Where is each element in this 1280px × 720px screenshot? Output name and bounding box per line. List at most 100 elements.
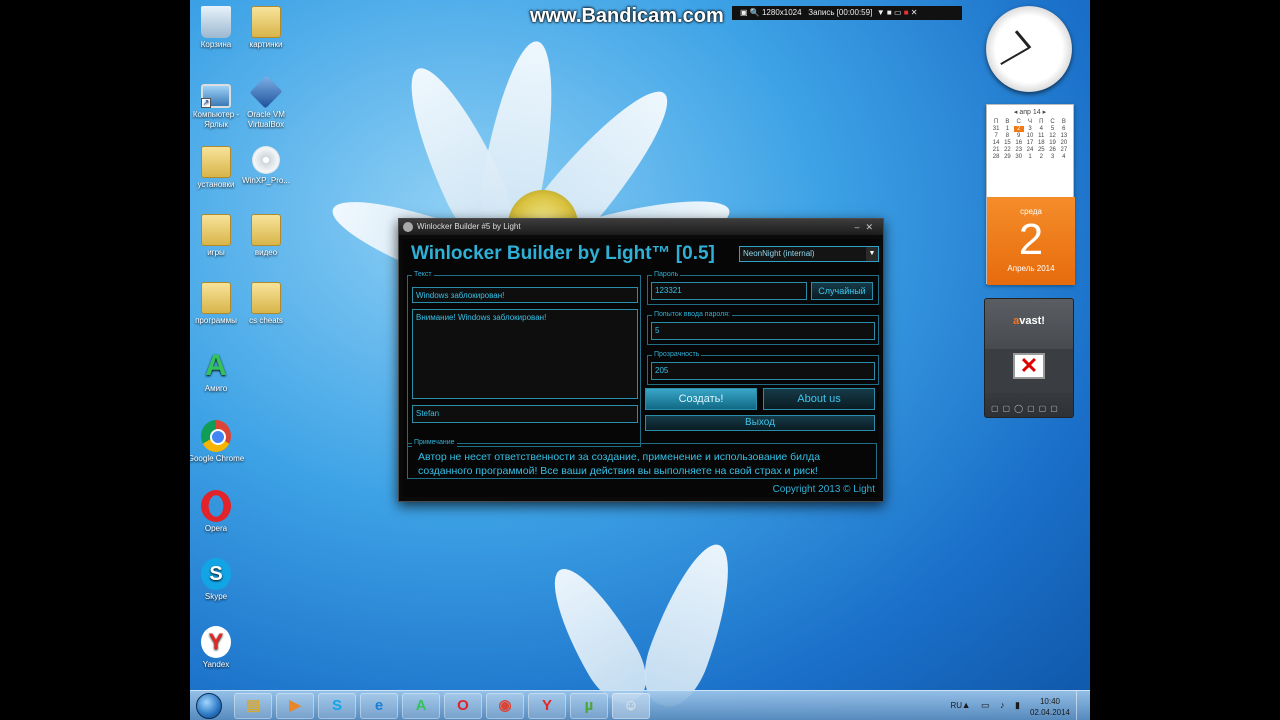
desktop-icon-opera[interactable]: Opera	[190, 490, 246, 534]
desktop-icon-video[interactable]: видео	[236, 214, 296, 258]
calendar-day-cell[interactable]: 2	[1036, 154, 1046, 160]
taskbar-skype-icon[interactable]: S	[318, 693, 356, 719]
calendar-day-cell[interactable]: 13	[1059, 133, 1069, 139]
taskbar-ie-icon[interactable]: e	[360, 693, 398, 719]
desktop-icon-winxp-iso[interactable]: WinXP_Pro...	[236, 146, 296, 186]
calendar-day-cell[interactable]: 28	[991, 154, 1001, 160]
window-titlebar[interactable]: Winlocker Builder #5 by Light –✕	[399, 219, 883, 235]
calendar-day-cell[interactable]: 1	[1002, 126, 1012, 132]
copyright-text: Copyright 2013 © Light	[772, 484, 875, 495]
clock-minute-hand	[1000, 47, 1029, 65]
calendar-day-cell[interactable]: 25	[1036, 147, 1046, 153]
avast-social-icons[interactable]: ▢▢◯▢▢▢	[991, 404, 1062, 413]
calendar-day-cell[interactable]: 24	[1025, 147, 1035, 153]
desktop-icon-skype[interactable]: S Skype	[190, 558, 246, 602]
desktop-icon-cs-cheats[interactable]: cs cheats	[236, 282, 296, 326]
calendar-day-cell[interactable]: 18	[1036, 140, 1046, 146]
calendar-day-cell[interactable]: 29	[1002, 154, 1012, 160]
random-password-button[interactable]: Случайный	[811, 282, 873, 300]
calendar-day-cell[interactable]: 7	[991, 133, 1001, 139]
taskbar-yandex-icon[interactable]: Y	[528, 693, 566, 719]
opacity-input[interactable]: 205	[651, 362, 875, 380]
calendar-day-cell[interactable]: 12	[1047, 133, 1057, 139]
chevron-right-icon[interactable]: ▸	[1041, 109, 1047, 116]
calendar-day-cell[interactable]: 31	[991, 126, 1001, 132]
calendar-day-cell[interactable]: 3	[1047, 154, 1057, 160]
tray-icons[interactable]: ▲ ▭ ♪ ▮	[962, 700, 1024, 711]
calendar-day-cell[interactable]: 27	[1059, 147, 1069, 153]
taskbar-utorrent-icon[interactable]: µ	[570, 693, 608, 719]
calendar-weekday: С	[1016, 119, 1021, 125]
tray-language[interactable]: RU	[950, 701, 962, 710]
calendar-day-cell[interactable]: 23	[1014, 147, 1024, 153]
calendar-day-cell[interactable]: 2	[1013, 126, 1024, 132]
lock-message-textarea[interactable]: Внимание! Windows заблокирован!	[412, 309, 638, 399]
calendar-day-cell[interactable]: 20	[1059, 140, 1069, 146]
amigo-icon: A	[205, 349, 227, 382]
calendar-day-cell[interactable]: 4	[1036, 126, 1046, 132]
desktop-icon-yandex[interactable]: Y Yandex	[190, 626, 246, 670]
opera-icon	[201, 490, 231, 522]
calendar-day-cell[interactable]: 10	[1025, 133, 1035, 139]
recycle-bin-icon	[201, 6, 231, 38]
calendar-weekday: П	[993, 119, 999, 125]
calendar-day-cell[interactable]: 11	[1036, 133, 1046, 139]
start-button[interactable]	[196, 693, 222, 719]
calendar-day-cell[interactable]: 16	[1014, 140, 1024, 146]
bandicam-controls[interactable]: ▼ ■ ▭ ■ ✕	[877, 8, 918, 17]
taskbar-media-player-icon[interactable]: ▶	[276, 693, 314, 719]
tray-time: 10:40	[1039, 697, 1060, 706]
calendar-day-cell[interactable]: 3	[1025, 126, 1035, 132]
system-tray: RU ▲ ▭ ♪ ▮ 10:40 02.04.2014	[924, 691, 1084, 720]
skin-select[interactable]: NeonNight (internal) ▼	[739, 246, 879, 262]
taskbar-winlocker-icon[interactable]: ☺	[612, 693, 650, 719]
close-icon[interactable]: ✕	[865, 222, 879, 232]
password-input[interactable]: 123321	[651, 282, 807, 300]
calendar-day-cell[interactable]: 19	[1047, 140, 1057, 146]
calendar-today-panel: среда 2 Апрель 2014	[987, 197, 1075, 285]
taskbar-opera-icon[interactable]: O	[444, 693, 482, 719]
attempts-input[interactable]: 5	[651, 322, 875, 340]
tray-clock[interactable]: 10:40 02.04.2014	[1030, 696, 1070, 718]
create-button[interactable]: Создать!	[645, 388, 757, 410]
calendar-day-cell[interactable]: 26	[1047, 147, 1057, 153]
note-group-label: Примечание	[412, 438, 457, 448]
calendar-gadget[interactable]: ◂ апр 14 ▸ П В С Ч П С В 31 1 2 3 4 5 6 7 8 9 10 11 12 13 14 1…	[986, 104, 1075, 285]
taskbar-amigo-icon[interactable]: A	[402, 693, 440, 719]
calendar-day-cell[interactable]: 17	[1025, 140, 1035, 146]
desktop-icon-amigo[interactable]: A Амиго	[190, 350, 246, 394]
calendar-weekday: С	[1050, 119, 1055, 125]
minimize-icon[interactable]: –	[854, 222, 865, 232]
calendar-day-cell[interactable]: 8	[1002, 133, 1012, 139]
calendar-grid: П В С Ч П С В 31 1 2 3 4 5 6 7 8 9 10 11 12 13 14 15 16 17 18 19 20…	[987, 119, 1073, 160]
avast-gadget[interactable]: avast! ✕ ▢▢◯▢▢▢	[984, 298, 1074, 418]
author-input[interactable]: Stefan	[412, 405, 638, 423]
bandicam-resolution: 1280x1024	[761, 8, 802, 17]
taskbar-chrome-icon[interactable]: ◉	[486, 693, 524, 719]
calendar-day-cell[interactable]: 14	[991, 140, 1001, 146]
desktop-icon-pictures[interactable]: картинки	[236, 6, 296, 50]
calendar-day-cell[interactable]: 4	[1059, 154, 1069, 160]
calendar-day-cell[interactable]: 6	[1059, 126, 1069, 132]
opacity-group: Прозрачность 205	[647, 350, 879, 385]
desktop-icon-virtualbox[interactable]: Oracle VM VirtualBox	[236, 75, 296, 130]
desktop-icon-chrome[interactable]: Google Chrome	[190, 420, 246, 464]
wallpaper-petal	[632, 534, 748, 716]
clock-gadget[interactable]	[986, 6, 1072, 92]
show-desktop-button[interactable]	[1076, 691, 1084, 720]
calendar-day-cell[interactable]: 22	[1002, 147, 1012, 153]
lock-title-input[interactable]: Windows заблокирован!	[412, 287, 638, 303]
calendar-day-cell[interactable]: 9	[1014, 133, 1024, 139]
exit-button[interactable]: Выход	[645, 415, 875, 431]
folder-icon	[251, 214, 281, 246]
bandicam-record-status: Запись [00:00:59]	[808, 8, 873, 17]
calendar-day-cell[interactable]: 21	[991, 147, 1001, 153]
calendar-day-cell[interactable]: 30	[1014, 154, 1024, 160]
calendar-day-cell[interactable]: 5	[1047, 126, 1057, 132]
calendar-day-cell[interactable]: 1	[1025, 154, 1035, 160]
skype-icon: S	[201, 558, 231, 590]
calendar-weekday: В	[1005, 119, 1010, 125]
taskbar-explorer-icon[interactable]: ▤	[234, 693, 272, 719]
about-button[interactable]: About us	[763, 388, 875, 410]
calendar-day-cell[interactable]: 15	[1002, 140, 1012, 146]
